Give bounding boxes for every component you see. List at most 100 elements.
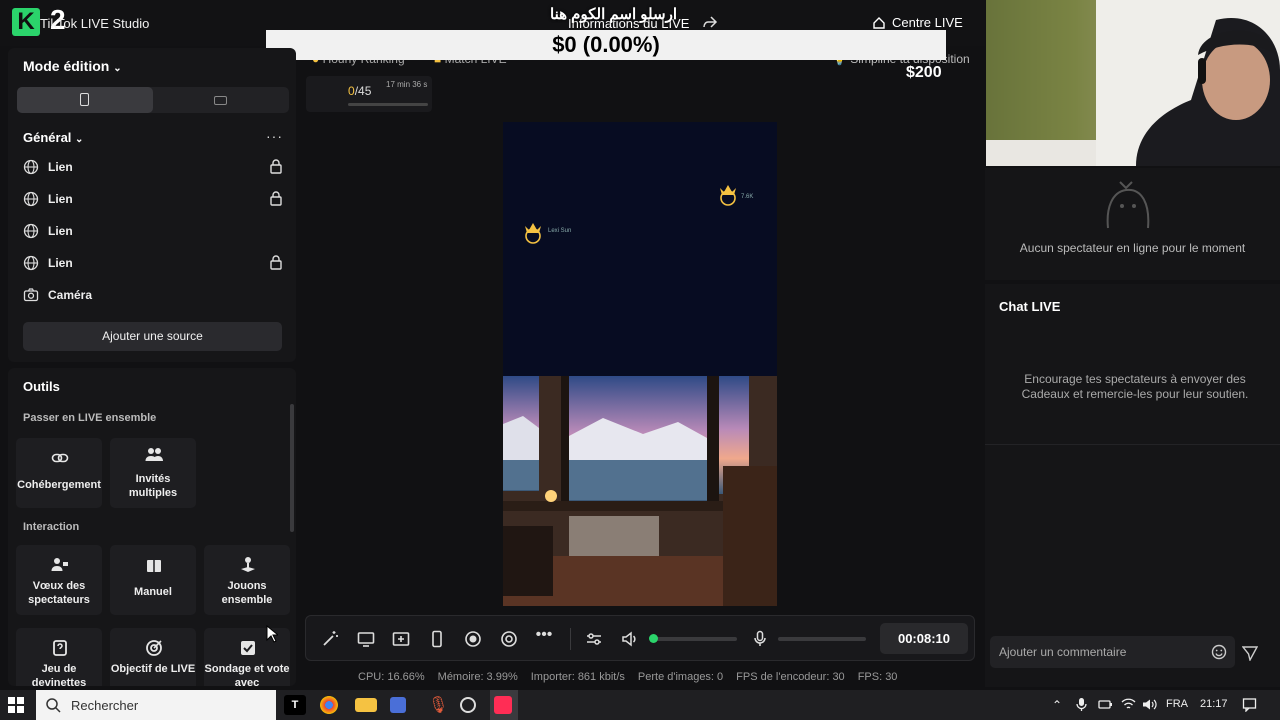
crown-right-label: 7.6K: [741, 194, 754, 200]
encoder-fps-stat: FPS de l'encodeur: 30: [736, 671, 845, 683]
multi-guests-tile[interactable]: Invités multiples: [110, 438, 196, 508]
portrait-icon: [80, 93, 89, 106]
goal-count: 0/45: [348, 84, 371, 98]
goal-card[interactable]: 0/45 17 min 36 s: [306, 76, 432, 112]
clock[interactable]: 21:17: [1200, 698, 1228, 710]
volume-icon[interactable]: [1142, 697, 1157, 712]
tiktok-taskbar-icon[interactable]: T: [284, 695, 306, 715]
globe-icon: [23, 223, 39, 239]
lock-icon[interactable]: [269, 159, 283, 174]
more-icon[interactable]: •••: [535, 626, 553, 644]
crown-icon: [720, 185, 736, 206]
source-row[interactable]: Lien: [23, 188, 283, 210]
source-row[interactable]: Lien: [23, 220, 283, 242]
lock-icon[interactable]: [269, 191, 283, 206]
memory-stat: Mémoire: 3.99%: [437, 671, 518, 683]
live-chat-panel: Chat LIVE Encourage tes spectateurs à en…: [985, 284, 1280, 687]
magic-wand-icon[interactable]: [321, 630, 339, 648]
empty-viewers-illustration: [1106, 181, 1150, 229]
comment-placeholder: Ajouter un commentaire: [999, 645, 1127, 659]
store-icon[interactable]: [390, 697, 406, 713]
source-label: Caméra: [48, 288, 93, 302]
mixer-settings-icon[interactable]: [585, 630, 603, 648]
fps-stat: FPS: 30: [857, 671, 898, 683]
lock-icon[interactable]: [269, 255, 283, 270]
tray-chevron-icon[interactable]: ⌃: [1052, 698, 1062, 712]
viewer-wishes-label: Vœux des spectateurs: [28, 580, 90, 606]
play-together-tile[interactable]: Jouons ensemble: [204, 545, 290, 615]
chat-title: Chat LIVE: [999, 299, 1061, 314]
manual-label: Manuel: [134, 586, 172, 598]
effects-icon[interactable]: [500, 630, 518, 648]
chat-empty-message: Encourage tes spectateurs à envoyer des …: [1021, 372, 1249, 401]
stream-stats: CPU: 16.66% Mémoire: 3.99% Importer: 861…: [358, 671, 897, 683]
tiktok-live-studio-icon[interactable]: [494, 696, 512, 714]
mouse-cursor-icon: [266, 625, 278, 643]
upload-stat: Importer: 861 kbit/s: [530, 671, 625, 683]
obs-icon[interactable]: [460, 697, 476, 713]
tray-mic-icon[interactable]: [1074, 697, 1089, 712]
speaker-icon[interactable]: [621, 630, 639, 648]
target-icon: [146, 640, 162, 656]
tools-scrollbar[interactable]: [290, 404, 294, 532]
money-right: $200: [906, 64, 942, 81]
tools-title: Outils: [23, 379, 60, 394]
taskbar-search[interactable]: Rechercher: [36, 690, 276, 720]
chevron-down-icon: ⌄: [113, 63, 122, 74]
emoji-icon[interactable]: [1211, 644, 1227, 660]
live-goal-tile[interactable]: Objectif de LIVE: [110, 628, 196, 686]
webcam-person-illustration: [986, 0, 1280, 166]
goal-progress-bar: [348, 103, 428, 106]
battery-icon[interactable]: [1098, 697, 1113, 712]
globe-icon: [23, 159, 39, 175]
general-dropdown[interactable]: Général ⌄: [23, 130, 83, 145]
microphone-icon[interactable]: [751, 630, 769, 648]
source-row[interactable]: Caméra: [23, 284, 283, 306]
room-scene-image: [503, 376, 777, 606]
language-indicator[interactable]: FRA: [1166, 698, 1188, 710]
search-icon: [46, 698, 61, 713]
viewer-wishes-tile[interactable]: Vœux des spectateurs: [16, 545, 102, 615]
live-goal-label: Objectif de LIVE: [110, 663, 196, 675]
section-interaction-label: Interaction: [23, 521, 80, 533]
cohost-tile[interactable]: Cohébergement: [16, 438, 102, 508]
multi-guests-label: Invités multiples: [128, 473, 178, 499]
guess-game-tile[interactable]: Jeu de devinettes: [16, 628, 102, 686]
send-icon[interactable]: [1242, 645, 1258, 661]
file-explorer-icon[interactable]: [355, 698, 377, 712]
add-media-icon[interactable]: [392, 630, 410, 648]
portrait-button[interactable]: [17, 87, 153, 113]
app-title: TikTok LIVE Studio: [40, 16, 150, 31]
live-center-label: Centre LIVE: [892, 15, 963, 30]
viewers-panel: Aucun spectateur en ligne pour le moment: [985, 168, 1280, 280]
screen-share-icon[interactable]: [357, 630, 375, 648]
phone-icon[interactable]: [428, 630, 446, 648]
users-icon: [145, 448, 163, 461]
notification-icon[interactable]: [1242, 697, 1257, 712]
source-row[interactable]: Lien: [23, 252, 283, 274]
live-center-button[interactable]: Centre LIVE: [872, 15, 963, 30]
crown-icon: [525, 223, 541, 244]
windows-start-icon[interactable]: [8, 697, 24, 713]
chrome-icon[interactable]: [320, 696, 338, 714]
record-icon[interactable]: [464, 630, 482, 648]
add-source-button[interactable]: Ajouter une source: [23, 322, 282, 351]
source-row[interactable]: Lien: [23, 156, 283, 178]
globe-icon: [23, 191, 39, 207]
mic-app-icon[interactable]: 🎙: [428, 695, 448, 715]
volume-slider-handle[interactable]: [649, 634, 658, 643]
play-together-label: Jouons ensemble: [221, 580, 273, 606]
chat-divider: [985, 444, 1280, 445]
comment-input[interactable]: Ajouter un commentaire: [990, 636, 1235, 668]
wifi-icon[interactable]: [1121, 697, 1136, 712]
scene-panel: Mode édition ⌄ Général ⌄ ··· Lien Lien L…: [8, 48, 296, 362]
edit-mode-label: Mode édition: [23, 58, 110, 74]
volume-slider[interactable]: [653, 637, 737, 641]
edit-mode-dropdown[interactable]: Mode édition ⌄: [23, 58, 122, 74]
mic-volume-slider[interactable]: [778, 637, 866, 641]
cohost-label: Cohébergement: [17, 479, 101, 491]
more-options-icon[interactable]: ···: [266, 128, 283, 144]
live-preview-overlay[interactable]: Lexi Sun 7.6K: [503, 122, 777, 376]
manual-tile[interactable]: Manuel: [110, 545, 196, 615]
share-icon[interactable]: [702, 14, 718, 30]
